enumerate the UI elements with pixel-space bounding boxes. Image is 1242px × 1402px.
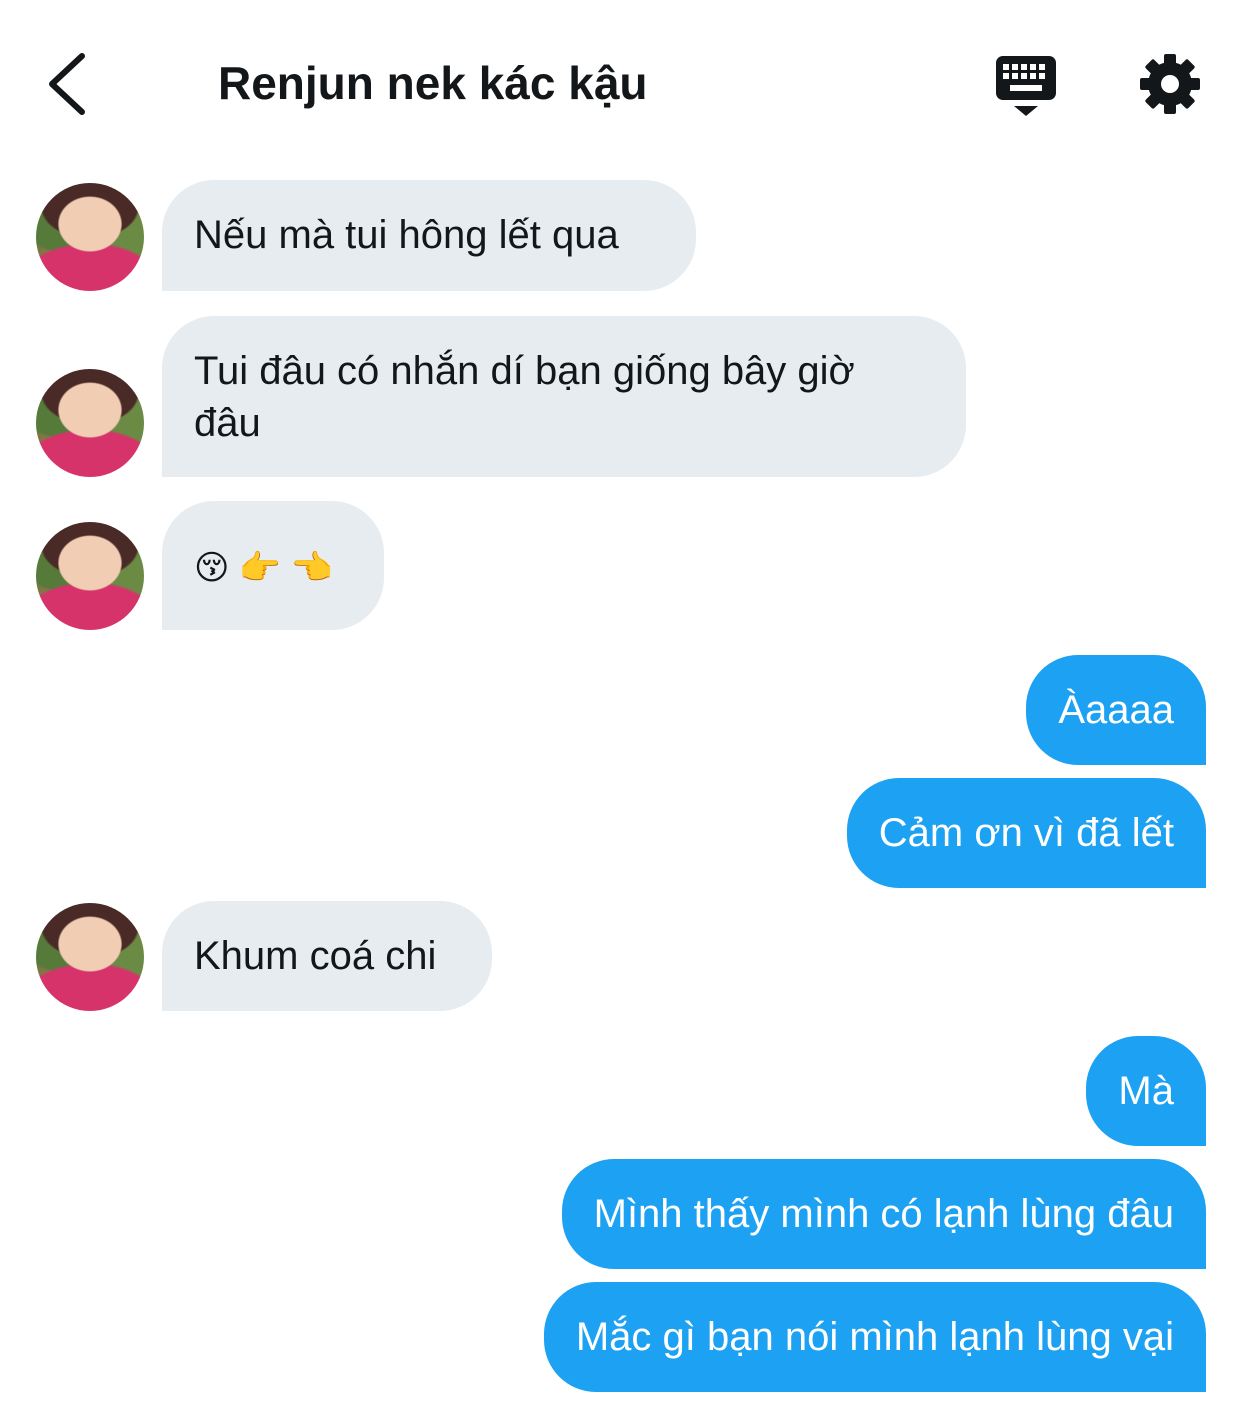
message-text: Tui đâu có nhắn dí bạn giống bây giờ đâu [194,349,855,445]
message-text: Àaaaa [1058,688,1174,732]
message-bubble-incoming[interactable]: Khum coá chi [162,901,492,1011]
keyboard-icon [996,56,1056,116]
message-text: 😚 👉 👈 [194,549,334,587]
message-text: Mình thấy mình có lạnh lùng đâu [593,1192,1174,1236]
message-bubble-incoming[interactable]: Nếu mà tui hông lết qua [162,180,696,291]
avatar[interactable] [36,903,144,1011]
message-text: Nếu mà tui hông lết qua [194,213,619,257]
message-bubble-outgoing[interactable]: Mà [1086,1036,1206,1146]
settings-button[interactable] [1138,52,1202,116]
back-button[interactable] [38,50,98,120]
conversation-header: Renjun nek kác kậu [0,0,1242,160]
message-bubble-outgoing[interactable]: Cảm ơn vì đã lết [846,778,1206,888]
message-text: Mắc gì bạn nói mình lạnh lùng vại [575,1315,1174,1359]
message-text: Khum coá chi [194,934,437,978]
gear-icon [1140,54,1200,114]
keyboard-toggle-button[interactable] [992,54,1060,118]
message-bubble-outgoing[interactable]: Mình thấy mình có lạnh lùng đâu [561,1159,1206,1269]
conversation-title: Renjun nek kác kậu [218,57,648,109]
avatar[interactable] [36,183,144,291]
message-text: Cảm ơn vì đã lết [878,811,1174,855]
message-text: Mà [1118,1069,1174,1113]
message-bubble-incoming[interactable]: Tui đâu có nhắn dí bạn giống bây giờ đâu [162,316,966,477]
avatar[interactable] [36,522,144,630]
message-bubble-incoming[interactable]: 😚 👉 👈 [162,501,384,630]
avatar[interactable] [36,369,144,477]
message-bubble-outgoing[interactable]: Àaaaa [1026,655,1206,765]
message-bubble-outgoing[interactable]: Mắc gì bạn nói mình lạnh lùng vại [543,1282,1206,1392]
chevron-left-icon [49,53,85,115]
